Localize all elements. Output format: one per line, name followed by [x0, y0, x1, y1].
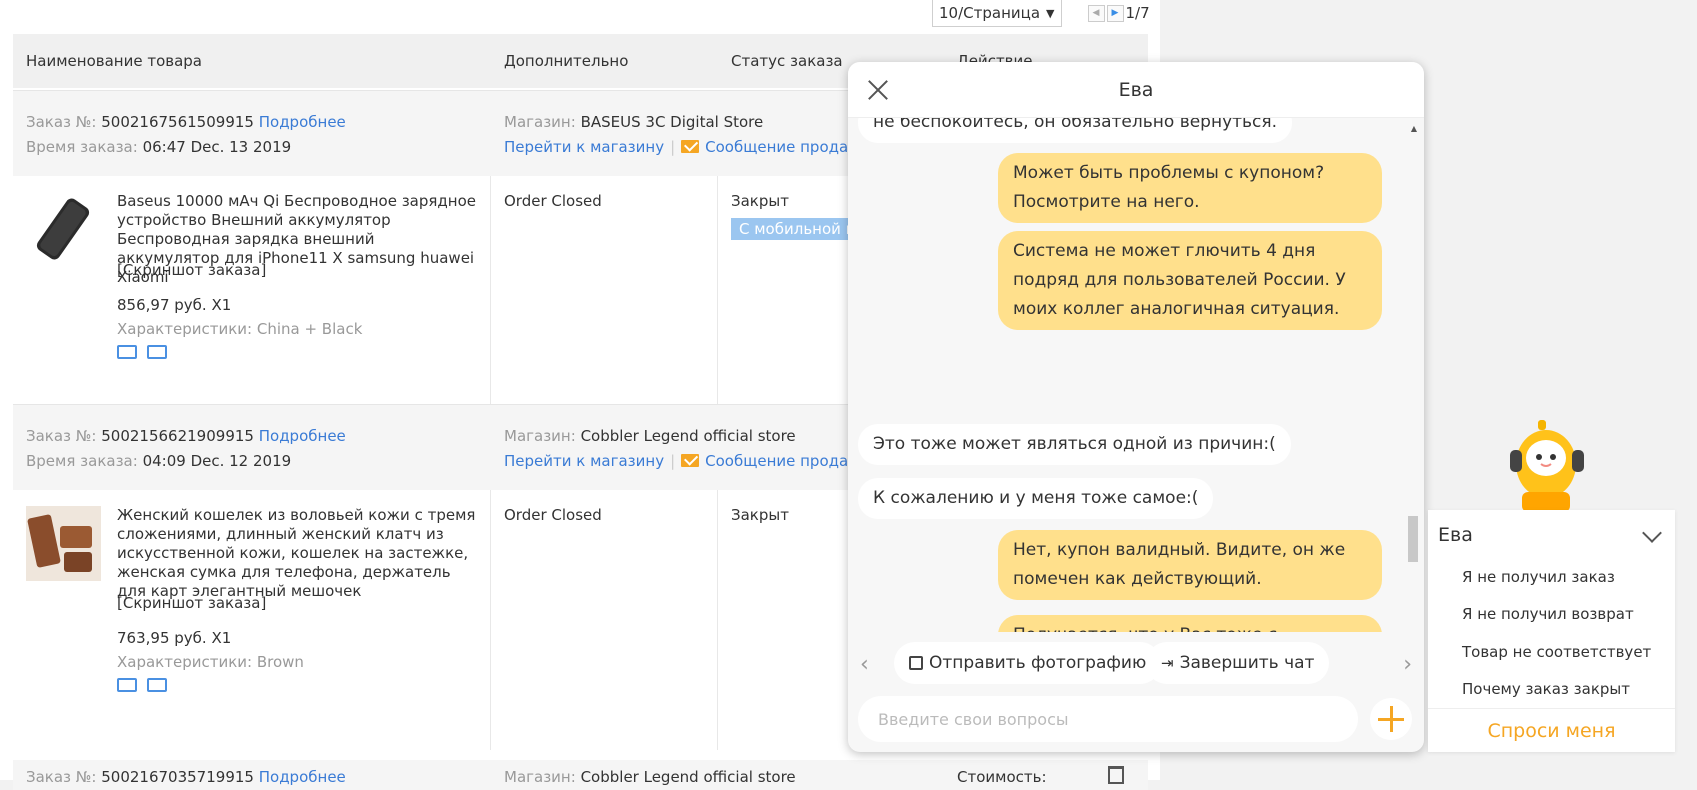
store-name: Cobbler Legend official store: [580, 427, 796, 445]
message-seller-link[interactable]: Сообщение продавц: [705, 452, 867, 470]
per-page-value: 10/Страница: [939, 4, 1041, 22]
bot-message: К сожалению и у меня тоже самое:(: [858, 478, 1214, 519]
header-product: Наименование товара: [26, 52, 202, 70]
prev-page-button[interactable]: ◀: [1087, 4, 1105, 22]
product-price: 856,97 руб. X1: [117, 296, 232, 314]
help-item-refund-not-received[interactable]: Я не получил возврат: [1462, 605, 1634, 623]
store-label: Магазин:: [504, 427, 576, 445]
page-count: 1/7: [1125, 4, 1150, 22]
details-link[interactable]: Подробнее: [259, 427, 346, 445]
order-number: 5002156621909915: [101, 427, 254, 445]
return-icon[interactable]: [147, 678, 167, 692]
order-time: 06:47 Dec. 13 2019: [142, 138, 292, 156]
product-characteristics: Характеристики: Brown: [117, 653, 304, 671]
pagination: 10/Страница ▼ ◀ ▶ 1/7: [932, 0, 1150, 27]
per-page-select[interactable]: 10/Страница ▼: [932, 0, 1062, 27]
product-image-wallet[interactable]: [26, 506, 101, 581]
scroll-up-icon[interactable]: ▲: [1411, 124, 1417, 133]
user-message: Система не может глючить 4 дня подряд дл…: [998, 231, 1382, 330]
message-seller-link[interactable]: Сообщение продавц: [705, 138, 867, 156]
screenshot-link[interactable]: [Скриншот заказа]: [117, 261, 266, 279]
dropdown-icon: ▼: [1046, 6, 1055, 20]
store-label: Магазин:: [504, 113, 576, 131]
end-chat-label: Завершить чат: [1179, 653, 1315, 673]
send-photo-label: Отправить фотографию: [929, 653, 1147, 673]
chat-header: Ева: [848, 62, 1424, 118]
order-closed-status: Закрыт: [731, 192, 789, 210]
chat-title: Ева: [1118, 78, 1154, 101]
chat-input-placeholder: Введите свои вопросы: [878, 709, 1069, 729]
trash-icon[interactable]: [1108, 766, 1124, 784]
user-message: Нет, купон валидный. Видите, он же помеч…: [998, 530, 1382, 600]
order-number-label: Заказ №:: [26, 427, 97, 445]
order-number-label: Заказ №:: [26, 768, 97, 786]
send-photo-button[interactable]: Отправить фотографию: [894, 642, 1162, 684]
chevron-left-icon[interactable]: ‹: [860, 652, 869, 677]
return-icon[interactable]: [147, 345, 167, 359]
help-item-why-order-closed[interactable]: Почему заказ закрыт: [1462, 680, 1630, 698]
assistant-robot-icon[interactable]: [1508, 420, 1588, 512]
order-number: 5002167561509915: [101, 113, 254, 131]
truck-icon[interactable]: [117, 345, 137, 359]
envelope-icon: [681, 454, 700, 467]
exit-icon: ⇥: [1161, 654, 1174, 672]
eva-title: Ева: [1438, 524, 1473, 546]
user-message: Может быть проблемы с купоном? Посмотрит…: [998, 153, 1382, 223]
ask-me-button[interactable]: Спроси меня: [1428, 720, 1675, 742]
next-page-button[interactable]: ▶: [1106, 4, 1124, 22]
bot-message: не беспокойтесь, он обязательно вернутьс…: [858, 118, 1293, 143]
product-price: 763,95 руб. X1: [117, 629, 232, 647]
order-status: Order Closed: [504, 506, 602, 524]
scrollbar-thumb[interactable]: [1408, 516, 1418, 562]
order-time-label: Время заказа:: [26, 452, 138, 470]
order-time-label: Время заказа:: [26, 138, 138, 156]
chat-messages[interactable]: не беспокойтесь, он обязательно вернутьс…: [848, 118, 1412, 632]
product-title-link[interactable]: Женский кошелек из воловьей кожи с тремя…: [117, 506, 477, 601]
product-characteristics: Характеристики: China + Black: [117, 320, 363, 338]
product-image-power-bank[interactable]: [26, 192, 101, 267]
order-number-label: Заказ №:: [26, 113, 97, 131]
chevron-right-icon[interactable]: ›: [1403, 652, 1412, 677]
header-extra: Дополнительно: [504, 52, 629, 70]
order-closed-status: Закрыт: [731, 506, 789, 524]
go-to-store-link[interactable]: Перейти к магазину: [504, 138, 664, 156]
screenshot-link[interactable]: [Скриншот заказа]: [117, 594, 266, 612]
cost-label: Стоимость:: [957, 768, 1047, 786]
chevron-down-icon[interactable]: [1642, 523, 1662, 543]
order-header: Заказ №: 5002167035719915 Подробнее Мага…: [13, 760, 1148, 790]
help-item-order-not-received[interactable]: Я не получил заказ: [1462, 568, 1615, 586]
envelope-icon: [681, 140, 700, 153]
details-link[interactable]: Подробнее: [259, 768, 346, 786]
order-number: 5002167035719915: [101, 768, 254, 786]
mobile-order-badge: С мобильной в: [731, 218, 863, 240]
close-icon[interactable]: [866, 78, 890, 102]
image-icon: [909, 656, 923, 670]
order-status: Order Closed: [504, 192, 602, 210]
eva-quick-help: Ева Я не получил заказ Я не получил возв…: [1428, 510, 1675, 752]
store-name: BASEUS 3C Digital Store: [580, 113, 764, 131]
go-to-store-link[interactable]: Перейти к магазину: [504, 452, 664, 470]
store-name: Cobbler Legend official store: [580, 768, 796, 786]
truck-icon[interactable]: [117, 678, 137, 692]
bot-message: Это тоже может являться одной из причин:…: [858, 424, 1291, 465]
order-time: 04:09 Dec. 12 2019: [142, 452, 292, 470]
help-item-item-not-as-described[interactable]: Товар не соответствует: [1462, 643, 1651, 661]
quick-actions: ‹ Отправить фотографию ⇥ Завершить чат ›: [848, 642, 1424, 688]
details-link[interactable]: Подробнее: [259, 113, 346, 131]
add-attachment-button[interactable]: [1370, 698, 1412, 740]
user-message: Получается, что у Вас тоже с купонами пр…: [998, 615, 1382, 632]
store-label: Магазин:: [504, 768, 576, 786]
header-status: Статус заказа: [731, 52, 843, 70]
chat-window: Ева не беспокойтесь, он обязательно верн…: [848, 62, 1424, 752]
chat-input[interactable]: Введите свои вопросы: [858, 696, 1358, 742]
end-chat-button[interactable]: ⇥ Завершить чат: [1146, 642, 1330, 684]
